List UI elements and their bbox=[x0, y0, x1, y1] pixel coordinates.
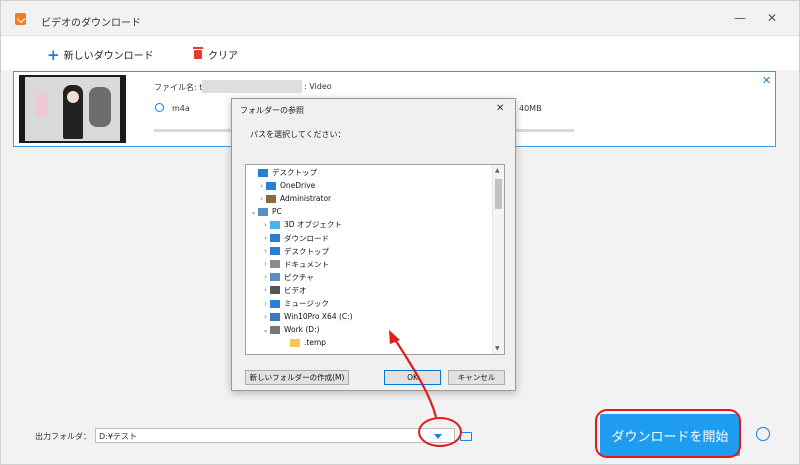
tree-item-label: PC bbox=[272, 207, 282, 217]
download-icon bbox=[270, 234, 280, 242]
clear-label: クリア bbox=[208, 51, 238, 62]
tree-item-label: ビデオ bbox=[284, 285, 307, 295]
document-icon bbox=[270, 260, 280, 269]
chevron-right-icon[interactable]: › bbox=[261, 221, 270, 229]
tree-item-label: .temp bbox=[304, 338, 327, 348]
chevron-down-icon[interactable]: ⌄ bbox=[249, 208, 258, 216]
chevron-right-icon[interactable]: › bbox=[261, 260, 270, 268]
tree-item-label: Administrator bbox=[280, 194, 332, 204]
file-name-suffix: : Video bbox=[304, 82, 332, 91]
remove-item-button[interactable]: ✕ bbox=[762, 74, 771, 87]
browse-folder-dialog: フォルダーの参照 ✕ パスを選択してください： デスクトップ › OneDrive ›… bbox=[231, 98, 516, 391]
drive-icon bbox=[270, 325, 280, 334]
tree-item[interactable]: › ピクチャ bbox=[261, 271, 314, 284]
scroll-up-icon[interactable]: ▲ bbox=[495, 167, 500, 174]
clear-button[interactable]: クリア bbox=[193, 47, 238, 62]
tree-item-label: Work (D:) bbox=[284, 325, 320, 335]
cube-icon bbox=[270, 220, 280, 229]
file-size: 40MB bbox=[519, 104, 542, 113]
thumbnail-image bbox=[25, 77, 120, 141]
thumbnail-face bbox=[67, 91, 79, 103]
video-icon bbox=[270, 286, 280, 295]
tree-item[interactable]: › 3D オブジェクト bbox=[261, 218, 342, 231]
new-folder-button[interactable]: 新しいフォルダーの作成(M) bbox=[245, 370, 349, 385]
tree-item[interactable]: › ダウンロード bbox=[261, 232, 329, 245]
computer-icon bbox=[258, 207, 268, 216]
new-download-label: 新しいダウンロード bbox=[63, 51, 154, 62]
user-icon bbox=[266, 194, 276, 203]
tree-item[interactable]: › Administrator bbox=[257, 192, 331, 205]
desktop-icon bbox=[258, 168, 268, 177]
tree-item-label: Win10Pro X64 (C:) bbox=[284, 312, 353, 322]
annotation-highlight-start bbox=[595, 409, 741, 458]
chevron-down-icon[interactable]: ⌄ bbox=[261, 326, 270, 334]
tree-item-label: ピクチャ bbox=[284, 272, 314, 282]
tree-item[interactable]: › ドキュメント bbox=[261, 258, 329, 271]
annotation-highlight-dropdown bbox=[418, 417, 462, 447]
tree-item-label: デスクトップ bbox=[272, 168, 317, 177]
app-download-icon bbox=[15, 13, 26, 25]
ok-button[interactable]: OK bbox=[384, 370, 441, 385]
tree-item[interactable]: ⌄ Work (D:) bbox=[261, 323, 320, 336]
dialog-prompt: パスを選択してください： bbox=[250, 130, 346, 139]
tree-scrollbar[interactable]: ▲ ▼ bbox=[492, 165, 504, 354]
chevron-right-icon[interactable]: › bbox=[261, 286, 270, 294]
cancel-button[interactable]: キャンセル bbox=[448, 370, 505, 385]
scroll-down-icon[interactable]: ▼ bbox=[495, 345, 500, 352]
tree-item[interactable]: › デスクトップ bbox=[261, 245, 329, 258]
chevron-right-icon[interactable]: › bbox=[257, 195, 266, 203]
file-name-redacted bbox=[202, 80, 302, 93]
alarm-clock-icon[interactable] bbox=[756, 427, 770, 441]
tree-item-label: ドキュメント bbox=[284, 259, 329, 269]
tree-item[interactable]: デスクトップ bbox=[249, 166, 317, 179]
chevron-right-icon[interactable]: › bbox=[261, 247, 270, 255]
toolbar: + 新しいダウンロード クリア bbox=[1, 35, 799, 70]
tree-item[interactable]: .temp bbox=[281, 336, 326, 349]
file-format: m4a bbox=[172, 104, 190, 113]
tree-item-label: OneDrive bbox=[280, 181, 316, 191]
video-thumbnail bbox=[19, 75, 126, 143]
chevron-right-icon[interactable]: › bbox=[261, 313, 270, 321]
thumbnail-bunny bbox=[35, 93, 47, 117]
tree-item-label: デスクトップ bbox=[284, 246, 329, 256]
trash-icon bbox=[193, 47, 203, 59]
close-window-button[interactable]: ✕ bbox=[767, 11, 777, 25]
title-bar: ビデオのダウンロード — ✕ bbox=[1, 1, 799, 35]
drive-icon bbox=[270, 312, 280, 321]
format-icon bbox=[155, 103, 164, 112]
cloud-icon bbox=[266, 181, 276, 190]
thumbnail-cat bbox=[89, 87, 111, 127]
window-title: ビデオのダウンロード bbox=[41, 18, 141, 29]
tree-item[interactable]: › ビデオ bbox=[261, 284, 307, 297]
new-download-button[interactable]: + 新しいダウンロード bbox=[47, 47, 154, 62]
tree-item[interactable]: ⌄ PC bbox=[249, 205, 282, 218]
output-folder-input[interactable]: D:¥テスト bbox=[95, 428, 455, 443]
chevron-right-icon[interactable]: › bbox=[261, 273, 270, 281]
tree-item[interactable]: › ミュージック bbox=[261, 297, 329, 310]
minimize-button[interactable]: — bbox=[734, 11, 746, 25]
chevron-right-icon[interactable]: › bbox=[257, 182, 266, 190]
file-name-label: ファイル名: tu bbox=[154, 83, 208, 92]
folder-icon bbox=[290, 338, 300, 347]
scroll-thumb[interactable] bbox=[495, 179, 502, 209]
dialog-close-button[interactable]: ✕ bbox=[496, 103, 504, 114]
tree-item[interactable]: › OneDrive bbox=[257, 179, 315, 192]
desktop-icon bbox=[270, 247, 280, 256]
tree-item-label: ミュージック bbox=[284, 299, 329, 308]
chevron-right-icon[interactable]: › bbox=[261, 234, 270, 242]
tree-item-label: ダウンロード bbox=[284, 233, 329, 243]
chevron-right-icon[interactable]: › bbox=[261, 300, 270, 308]
output-folder-label: 出力フォルダ： bbox=[35, 432, 91, 441]
dialog-title: フォルダーの参照 bbox=[240, 106, 304, 115]
folder-tree[interactable]: デスクトップ › OneDrive › Administrator ⌄ PC › 3D オブジェ… bbox=[245, 164, 505, 355]
tree-item[interactable]: › Win10Pro X64 (C:) bbox=[261, 310, 353, 323]
plus-icon: + bbox=[47, 45, 60, 64]
picture-icon bbox=[270, 273, 280, 282]
music-icon bbox=[270, 299, 280, 308]
tree-item-label: 3D オブジェクト bbox=[284, 220, 342, 230]
